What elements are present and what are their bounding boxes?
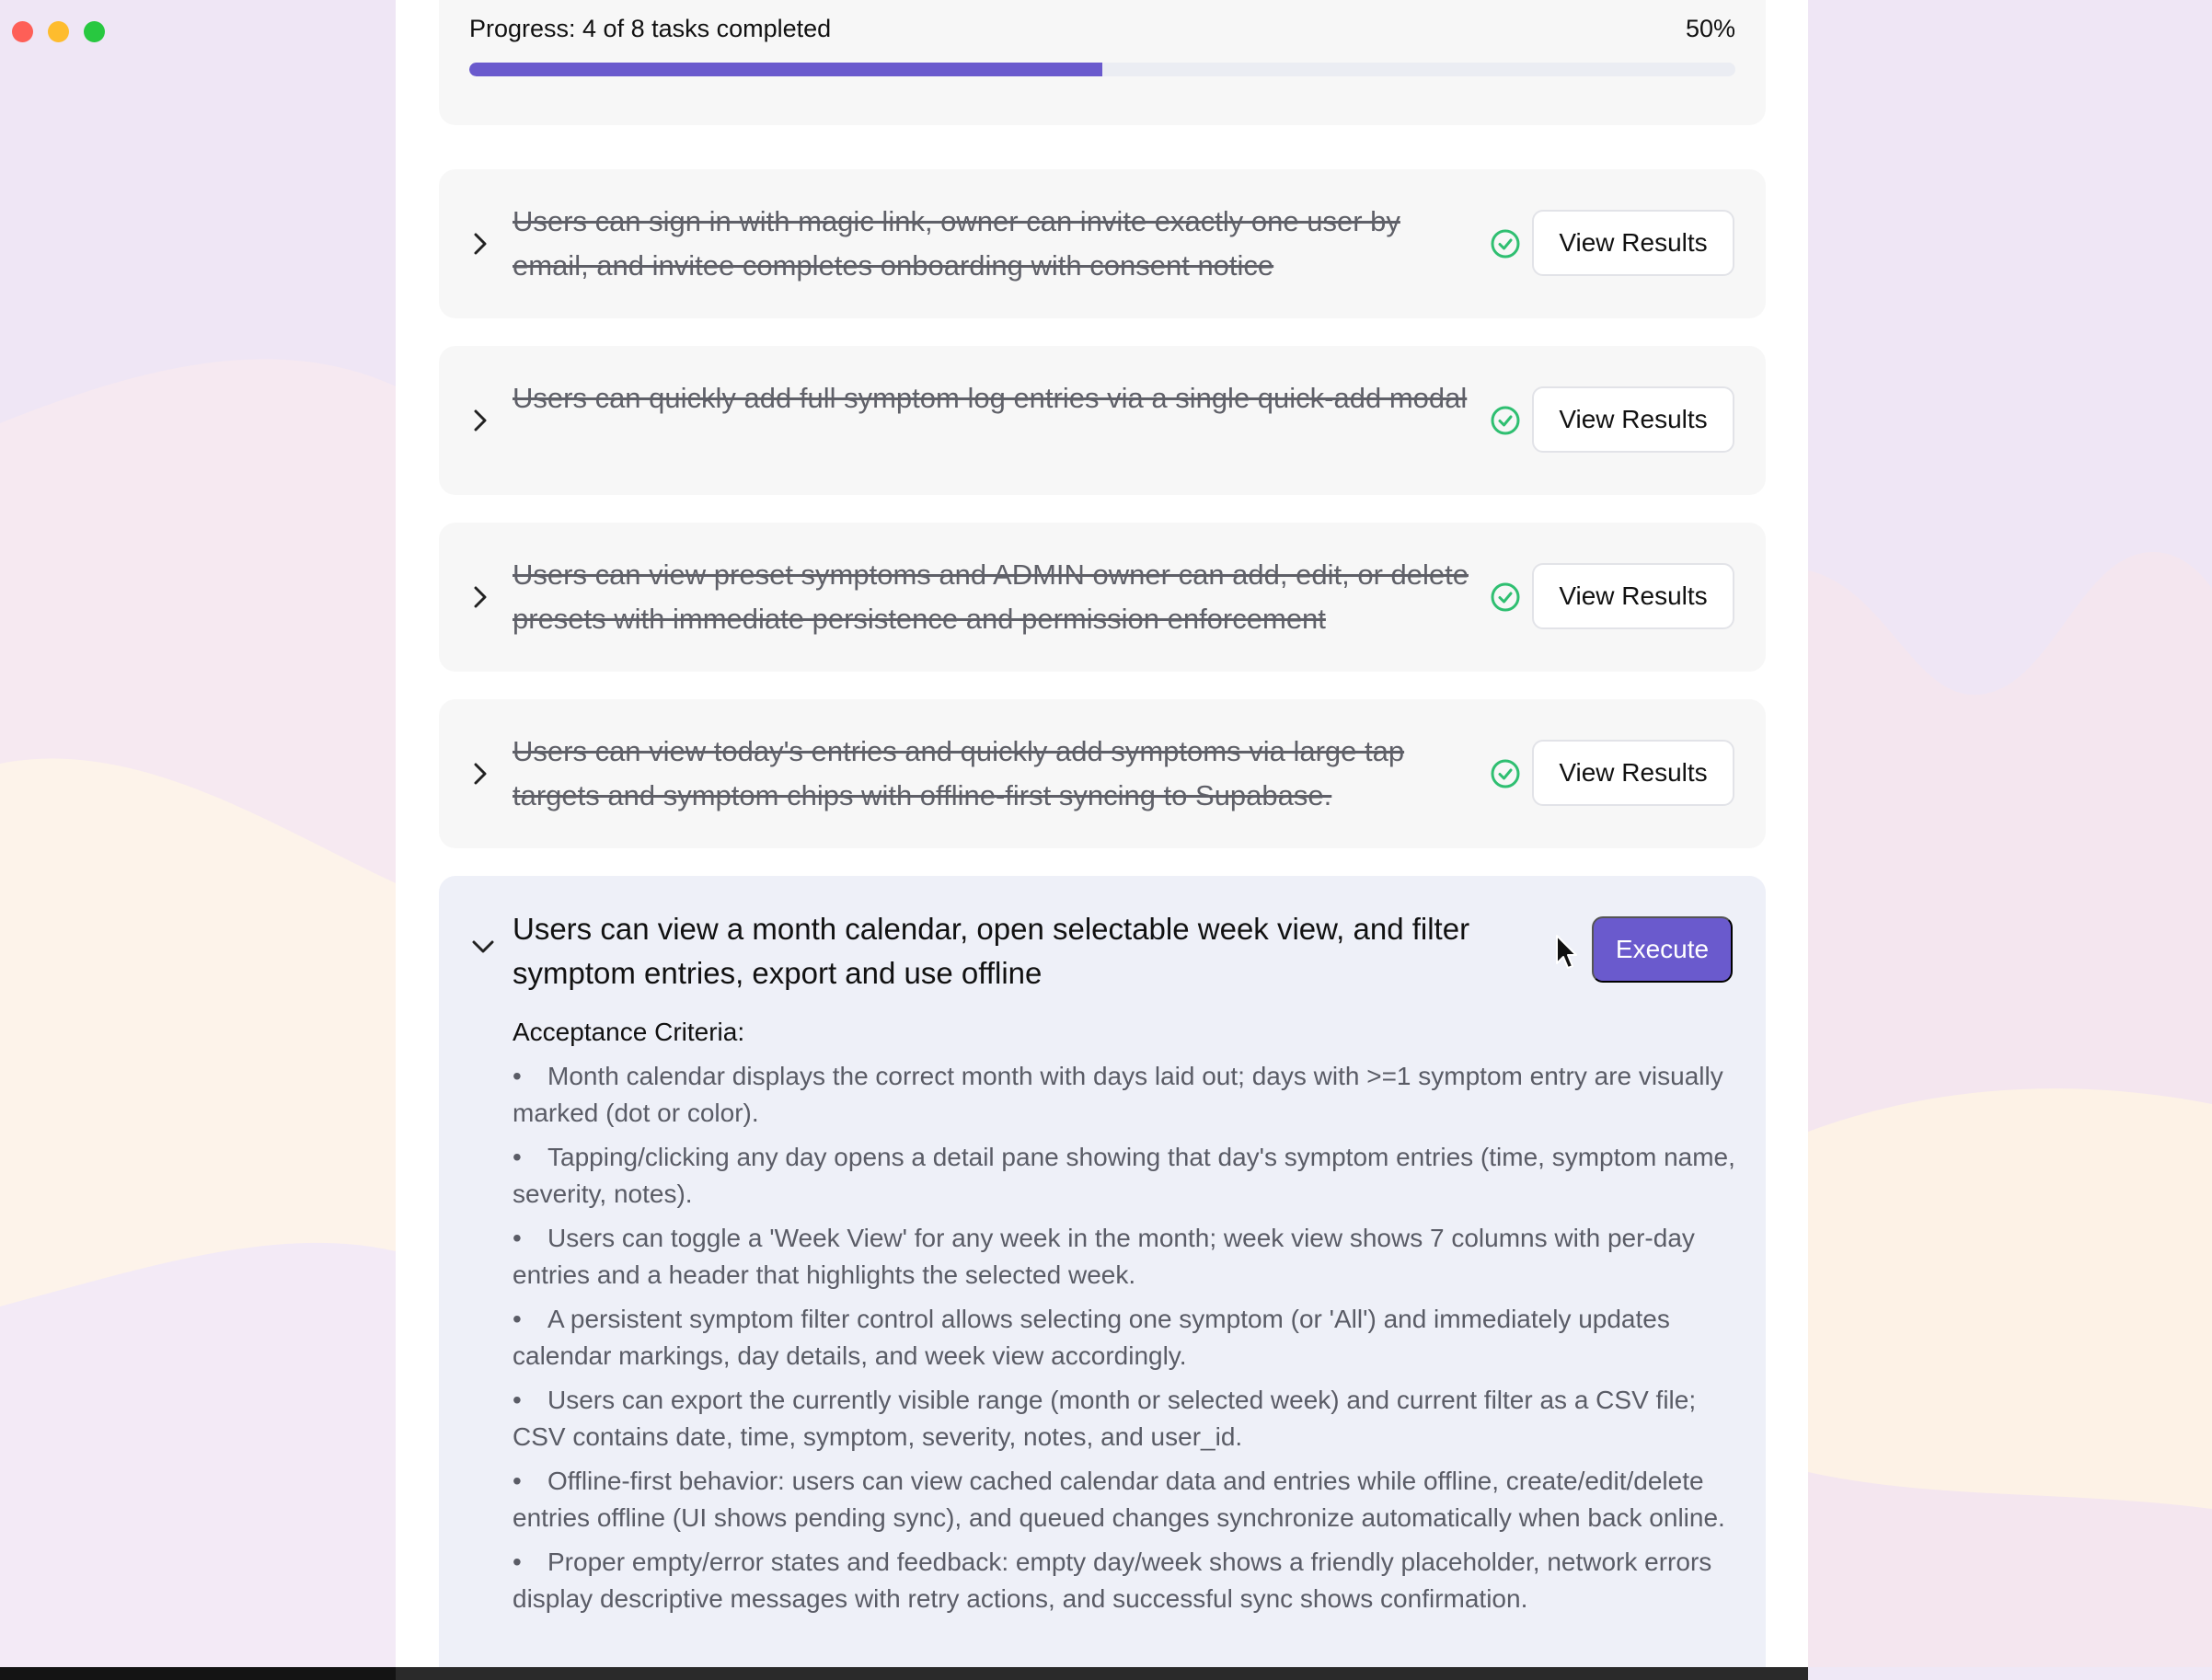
bullet-icon: • — [513, 1386, 522, 1414]
close-window-button[interactable] — [12, 21, 33, 42]
execute-button[interactable]: Execute — [1592, 916, 1733, 983]
criteria-text: Users can toggle a 'Week View' for any w… — [513, 1224, 1695, 1289]
progress-bar — [469, 63, 1735, 76]
view-results-button[interactable]: View Results — [1532, 740, 1734, 806]
chevron-right-icon[interactable] — [472, 407, 489, 434]
criteria-text: Tapping/clicking any day opens a detail … — [513, 1143, 1735, 1208]
task-title: Users can view today's entries and quick… — [513, 735, 1405, 811]
check-circle-icon — [1490, 758, 1521, 789]
minimize-window-button[interactable] — [48, 21, 69, 42]
check-circle-icon — [1490, 405, 1521, 436]
view-results-button[interactable]: View Results — [1532, 563, 1734, 629]
criteria-text: Proper empty/error states and feedback: … — [513, 1548, 1712, 1613]
task-title: Users can sign in with magic link, owner… — [513, 205, 1400, 282]
view-results-button[interactable]: View Results — [1532, 386, 1734, 453]
criteria-item: • Offline-first behavior: users can view … — [513, 1463, 1736, 1536]
criteria-item: • Users can toggle a 'Week View' for any … — [513, 1220, 1736, 1294]
criteria-item: • Tapping/clicking any day opens a detail… — [513, 1139, 1736, 1213]
bullet-icon: • — [513, 1548, 522, 1576]
bottom-bar-left — [0, 1667, 396, 1680]
progress-label: Progress: 4 of 8 tasks completed — [469, 15, 832, 42]
task-card: Users can view preset symptoms and ADMIN… — [439, 523, 1766, 672]
acceptance-criteria-list: • Month calendar displays the correct mon… — [513, 1058, 1736, 1625]
active-task-title: Users can view a month calendar, open se… — [513, 912, 1470, 990]
bullet-icon: • — [513, 1143, 522, 1171]
bullet-icon: • — [513, 1305, 522, 1333]
chevron-right-icon[interactable] — [472, 230, 489, 258]
task-panel: Progress: 4 of 8 tasks completed 50% Use… — [396, 0, 1808, 1680]
criteria-text: Users can export the currently visible r… — [513, 1386, 1697, 1451]
bullet-icon: • — [513, 1062, 522, 1090]
criteria-item: • Month calendar displays the correct mon… — [513, 1058, 1736, 1132]
criteria-item: • Users can export the currently visible … — [513, 1382, 1736, 1456]
chevron-down-icon[interactable] — [472, 933, 494, 961]
check-circle-icon — [1490, 228, 1521, 259]
task-title: Users can quickly add full symptom log e… — [513, 382, 1468, 414]
window-controls — [12, 21, 105, 42]
chevron-right-icon[interactable] — [472, 760, 489, 788]
criteria-item: • Proper empty/error states and feedback:… — [513, 1544, 1736, 1617]
task-card: Users can sign in with magic link, owner… — [439, 169, 1766, 318]
acceptance-criteria-heading: Acceptance Criteria: — [513, 1018, 745, 1046]
view-results-button[interactable]: View Results — [1532, 210, 1734, 276]
criteria-item: • A persistent symptom filter control all… — [513, 1301, 1736, 1375]
criteria-text: A persistent symptom filter control allo… — [513, 1305, 1670, 1370]
bottom-bar — [396, 1667, 1808, 1680]
progress-percent: 50% — [1685, 15, 1735, 42]
task-title: Users can view preset symptoms and ADMIN… — [513, 558, 1469, 635]
task-card: Users can quickly add full symptom log e… — [439, 346, 1766, 495]
bullet-icon: • — [513, 1467, 522, 1495]
bottom-bar-right — [1808, 1667, 2212, 1680]
active-task-card: Users can view a month calendar, open se… — [439, 876, 1766, 1680]
zoom-window-button[interactable] — [84, 21, 105, 42]
progress-bar-fill — [469, 63, 1102, 76]
criteria-text: Offline-first behavior: users can view c… — [513, 1467, 1725, 1532]
progress-card: Progress: 4 of 8 tasks completed 50% — [439, 0, 1766, 125]
bullet-icon: • — [513, 1224, 522, 1252]
chevron-right-icon[interactable] — [472, 583, 489, 611]
task-card: Users can view today's entries and quick… — [439, 699, 1766, 848]
check-circle-icon — [1490, 581, 1521, 613]
mouse-cursor-icon — [1556, 935, 1577, 969]
criteria-text: Month calendar displays the correct mont… — [513, 1062, 1723, 1127]
